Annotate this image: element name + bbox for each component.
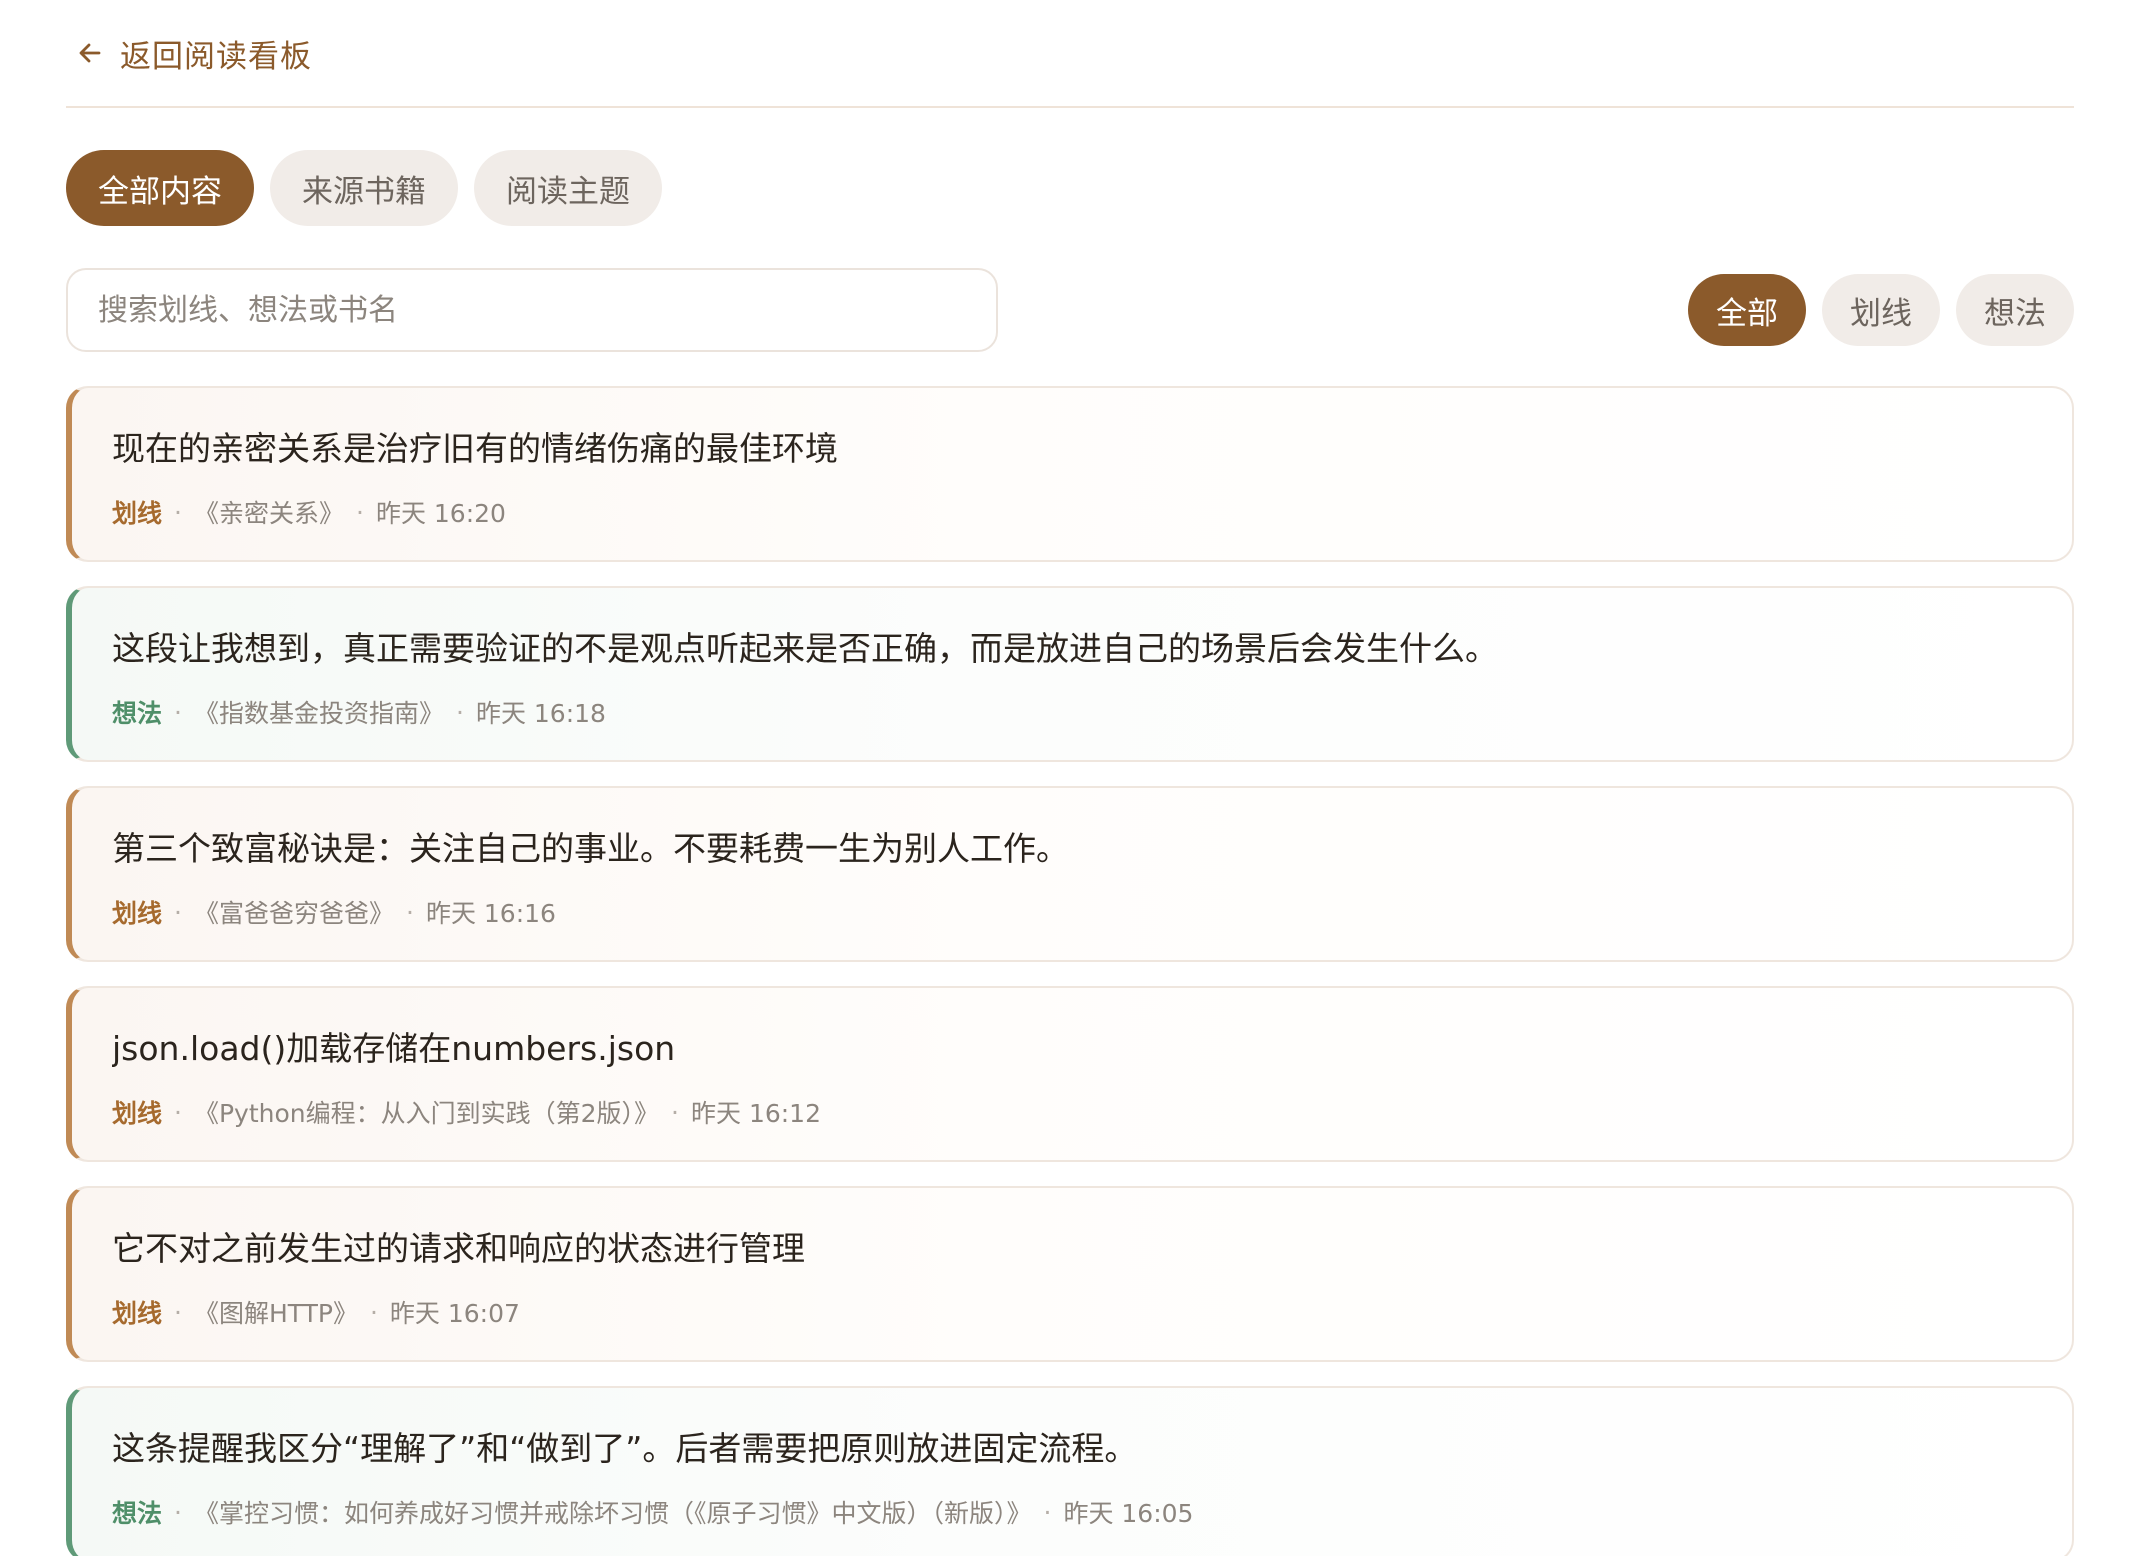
meta-separator: · <box>405 897 414 927</box>
filter-thoughts[interactable]: 想法 <box>1956 274 2074 346</box>
note-text: 现在的亲密关系是治疗旧有的情绪伤痛的最佳环境 <box>112 429 838 468</box>
note-type-badge: 划线 <box>112 499 163 528</box>
note-text: 这段让我想到，真正需要验证的不是观点听起来是否正确，而是放进自己的场景后会发生什… <box>112 629 1498 668</box>
note-book-title: 《掌控习惯：如何养成好习惯并戒除坏习惯（《原子习惯》中文版）（新版）》 <box>193 1499 1032 1528</box>
notes-page: 返回阅读看板 全部内容 来源书籍 阅读主题 全部 划线 想法 现在的亲密关系是治… <box>0 0 2140 1556</box>
note-book-title: 《富爸爸穷爸爸》 <box>193 899 394 928</box>
note-text: 第三个致富秘诀是：关注自己的事业。不要耗费一生为别人工作。 <box>112 829 1069 868</box>
search-box <box>66 268 998 352</box>
note-timestamp: 昨天 16:18 <box>475 699 606 728</box>
note-card[interactable]: 现在的亲密关系是治疗旧有的情绪伤痛的最佳环境 划线 · 《亲密关系》 · 昨天 … <box>66 386 2074 562</box>
note-timestamp: 昨天 16:16 <box>425 899 556 928</box>
note-timestamp: 昨天 16:05 <box>1063 1499 1194 1528</box>
arrow-left-icon <box>74 37 106 69</box>
search-filter-row: 全部 划线 想法 <box>66 268 2074 352</box>
note-timestamp: 昨天 16:12 <box>691 1099 821 1128</box>
note-type-badge: 划线 <box>112 899 163 928</box>
note-meta: 想法 · 《掌控习惯：如何养成好习惯并戒除坏习惯（《原子习惯》中文版）（新版）》… <box>112 1494 2028 1530</box>
type-filters: 全部 划线 想法 <box>1688 274 2074 346</box>
note-text: json.load()加载存储在numbers.json <box>112 1029 676 1068</box>
tab-source-books[interactable]: 来源书籍 <box>270 150 458 226</box>
note-meta: 划线 · 《图解HTTP》 · 昨天 16:07 <box>112 1294 2028 1330</box>
note-book-title: 《图解HTTP》 <box>193 1299 358 1328</box>
note-type-badge: 想法 <box>112 699 163 728</box>
meta-separator: · <box>174 1097 182 1127</box>
note-meta: 划线 · 《富爸爸穷爸爸》 · 昨天 16:16 <box>112 894 2028 930</box>
tab-reading-topics[interactable]: 阅读主题 <box>474 150 662 226</box>
note-meta: 划线 · 《Python编程：从入门到实践（第2版）》 · 昨天 16:12 <box>112 1094 2028 1130</box>
filter-highlights[interactable]: 划线 <box>1822 274 1940 346</box>
tab-all-content[interactable]: 全部内容 <box>66 150 254 226</box>
note-type-badge: 划线 <box>112 1099 163 1128</box>
meta-separator: · <box>174 1497 182 1527</box>
meta-separator: · <box>174 897 182 927</box>
meta-separator: · <box>174 697 182 727</box>
note-type-badge: 想法 <box>112 1499 163 1528</box>
note-type-badge: 划线 <box>112 1299 163 1328</box>
meta-separator: · <box>369 1297 378 1327</box>
meta-separator: · <box>1043 1497 1052 1527</box>
back-link-label: 返回阅读看板 <box>120 38 312 75</box>
note-card[interactable]: 它不对之前发生过的请求和响应的状态进行管理 划线 · 《图解HTTP》 · 昨天… <box>66 1186 2074 1362</box>
meta-separator: · <box>671 1097 679 1127</box>
note-text: 它不对之前发生过的请求和响应的状态进行管理 <box>112 1229 805 1268</box>
note-text: 这条提醒我区分“理解了”和“做到了”。后者需要把原则放进固定流程。 <box>112 1429 1138 1468</box>
view-tabs: 全部内容 来源书籍 阅读主题 <box>66 150 2074 226</box>
search-input[interactable] <box>98 292 966 328</box>
notes-list: 现在的亲密关系是治疗旧有的情绪伤痛的最佳环境 划线 · 《亲密关系》 · 昨天 … <box>66 386 2074 1556</box>
meta-separator: · <box>174 1297 182 1327</box>
note-card[interactable]: json.load()加载存储在numbers.json 划线 · 《Pytho… <box>66 986 2074 1162</box>
back-to-dashboard-link[interactable]: 返回阅读看板 <box>66 0 2074 108</box>
note-timestamp: 昨天 16:07 <box>389 1299 520 1328</box>
note-card[interactable]: 这条提醒我区分“理解了”和“做到了”。后者需要把原则放进固定流程。 想法 · 《… <box>66 1386 2074 1556</box>
note-book-title: 《Python编程：从入门到实践（第2版）》 <box>193 1099 660 1128</box>
meta-separator: · <box>455 697 464 727</box>
filter-all[interactable]: 全部 <box>1688 274 1806 346</box>
note-card[interactable]: 第三个致富秘诀是：关注自己的事业。不要耗费一生为别人工作。 划线 · 《富爸爸穷… <box>66 786 2074 962</box>
note-card[interactable]: 这段让我想到，真正需要验证的不是观点听起来是否正确，而是放进自己的场景后会发生什… <box>66 586 2074 762</box>
note-timestamp: 昨天 16:20 <box>375 499 506 528</box>
meta-separator: · <box>355 497 364 527</box>
note-book-title: 《亲密关系》 <box>193 499 344 528</box>
note-meta: 想法 · 《指数基金投资指南》 · 昨天 16:18 <box>112 694 2028 730</box>
note-meta: 划线 · 《亲密关系》 · 昨天 16:20 <box>112 494 2028 530</box>
meta-separator: · <box>174 497 182 527</box>
note-book-title: 《指数基金投资指南》 <box>193 699 444 728</box>
